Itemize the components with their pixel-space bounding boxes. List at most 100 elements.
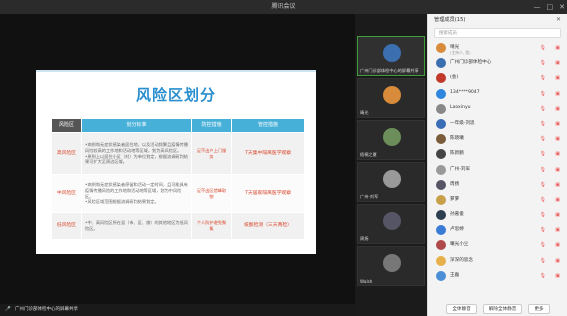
- row-prevention: 足不出区错峰取物: [191, 174, 232, 213]
- mic-muted-icon[interactable]: 🎙: [540, 227, 546, 233]
- header-standard: 划分标准: [81, 118, 192, 133]
- mic-muted-icon[interactable]: 🎙: [540, 273, 546, 279]
- window-controls: — □ ✕: [534, 0, 566, 14]
- mic-muted-icon[interactable]: 🎙: [540, 258, 546, 264]
- video-thumbnail[interactable]: 广州-刘军: [357, 162, 425, 202]
- panel-footer: 全体静音 解除全体静音 更多: [428, 302, 567, 316]
- participant-item[interactable]: 曦光小尘 🎙 ▣: [428, 238, 567, 253]
- presentation-slide: 风险区划分 风险区 划分标准 防控措施 管控措施 高风险区 •病例和无症状感染者…: [36, 70, 316, 254]
- risk-table: 风险区 划分标准 防控措施 管控措施 高风险区 •病例和无症状感染者居住地，以及…: [51, 118, 305, 240]
- header-level: 风险区: [51, 118, 82, 133]
- participant-name: 陈新鹏: [450, 151, 464, 157]
- camera-off-icon[interactable]: ▣: [555, 227, 560, 233]
- video-thumbnail[interactable]: 梧桐之夏: [357, 120, 425, 160]
- participant-item[interactable]: 134****9047 🎙 ▣: [428, 87, 567, 102]
- avatar: [383, 128, 401, 146]
- camera-off-icon[interactable]: ▣: [555, 91, 560, 97]
- mic-muted-icon[interactable]: 🎙: [540, 121, 546, 127]
- camera-off-icon[interactable]: ▣: [555, 167, 560, 173]
- participant-item[interactable]: 卢思婷 🎙 ▣: [428, 223, 567, 238]
- avatar: [436, 164, 446, 175]
- mute-all-button[interactable]: 全体静音: [446, 304, 477, 314]
- mic-muted-icon[interactable]: 🎙: [540, 167, 546, 173]
- participant-name: 王磊: [450, 272, 460, 278]
- row-standard: •中、高风险区所在县（市、区、旗）的其他地区为低风险区。: [81, 212, 192, 240]
- participant-name: 曦光小尘: [450, 242, 469, 248]
- close-icon[interactable]: ✕: [556, 14, 561, 26]
- camera-off-icon[interactable]: ▣: [555, 60, 560, 66]
- avatar: [436, 73, 446, 84]
- table-row: 中风险区 •病例和无症状感染者停留和活动一定时间，且可能具有疫情传播风险的工作地…: [51, 174, 305, 213]
- maximize-icon[interactable]: □: [547, 0, 554, 14]
- member-search-input[interactable]: 搜索成员: [434, 28, 561, 38]
- participant-item[interactable]: 一年级-刘思 🎙 ▣: [428, 117, 567, 132]
- participant-item[interactable]: 陈新鹏 🎙 ▣: [428, 147, 567, 162]
- camera-off-icon[interactable]: ▣: [555, 182, 560, 188]
- mic-muted-icon[interactable]: 🎙: [540, 106, 546, 112]
- camera-off-icon[interactable]: ▣: [555, 242, 560, 248]
- mic-muted-icon[interactable]: 🎙: [540, 91, 546, 97]
- participant-item[interactable]: 晴光 (主持人, 我) 🎙 ▣: [428, 41, 567, 56]
- slide-title: 风险区划分: [135, 86, 216, 104]
- participant-item[interactable]: 王磊 🎙 ▣: [428, 269, 567, 284]
- shared-screen-stage: 风险区划分 风险区 划分标准 防控措施 管控措施 高风险区 •病例和无症状感染者…: [0, 14, 355, 316]
- table-header-row: 风险区 划分标准 防控措施 管控措施: [51, 118, 305, 133]
- header-prevention: 防控措施: [191, 118, 232, 133]
- thumbnail-label: 晴光: [360, 110, 369, 115]
- avatar: [436, 255, 446, 266]
- camera-off-icon[interactable]: ▣: [555, 258, 560, 264]
- camera-off-icon[interactable]: ▣: [555, 151, 560, 157]
- mic-muted-icon[interactable]: 🎙: [540, 75, 546, 81]
- participant-item[interactable]: 广州门诊部体检中心 🎙 ▣: [428, 56, 567, 71]
- camera-off-icon[interactable]: ▣: [555, 75, 560, 81]
- video-thumbnail[interactable]: 广州门诊部体检中心的屏幕共享: [357, 36, 425, 76]
- share-label: 广州门诊部体检中心的屏幕共享: [15, 307, 79, 312]
- mic-muted-icon[interactable]: 🎙: [540, 242, 546, 248]
- participant-name: (会): [450, 75, 459, 81]
- mic-muted-icon[interactable]: 🎙: [540, 60, 546, 66]
- camera-off-icon[interactable]: ▣: [555, 121, 560, 127]
- thumbnail-label: 广州门诊部体检中心的屏幕共享: [360, 68, 419, 73]
- row-standard: •病例和无症状感染者居住地，以及活动频繁且疫情传播风险较高的工作地和活动地等区域…: [81, 132, 192, 175]
- minimize-icon[interactable]: —: [534, 0, 541, 14]
- table-row: 低风险区 •中、高风险区所在县（市、区、旗）的其他地区为低风险区。 个人防护避免…: [51, 212, 305, 240]
- mic-muted-icon[interactable]: 🎙: [540, 151, 546, 157]
- mic-muted-icon[interactable]: 🎙: [540, 136, 546, 142]
- camera-off-icon[interactable]: ▣: [555, 106, 560, 112]
- row-control: 核酸检测（三天两检）: [231, 212, 305, 240]
- camera-off-icon[interactable]: ▣: [555, 197, 560, 203]
- participant-list: 晴光 (主持人, 我) 🎙 ▣ 广州门诊部体检中心 🎙 ▣ (会) 🎙 ▣ 134****9047 🎙…: [428, 41, 567, 284]
- participant-item[interactable]: 陈晓曦 🎙 ▣: [428, 132, 567, 147]
- panel-header: 管理成员(15) ✕: [428, 14, 567, 26]
- participant-name: Laoxinyu: [450, 104, 471, 110]
- participant-item[interactable]: 周扬 🎙 ▣: [428, 178, 567, 193]
- mic-muted-icon[interactable]: 🎙: [540, 197, 546, 203]
- camera-off-icon[interactable]: ▣: [555, 212, 560, 218]
- participant-name: 孙嘉俊: [450, 212, 464, 218]
- participant-name: 萝萝: [450, 196, 460, 202]
- stage-status-bar: 🎤 广州门诊部体检中心的屏幕共享: [0, 304, 355, 316]
- camera-off-icon[interactable]: ▣: [555, 45, 560, 51]
- participant-item[interactable]: Laoxinyu 🎙 ▣: [428, 102, 567, 117]
- row-level: 高风险区: [51, 132, 82, 175]
- video-thumbnail[interactable]: 周扬: [357, 204, 425, 244]
- camera-off-icon[interactable]: ▣: [555, 273, 560, 279]
- more-button[interactable]: 更多: [528, 304, 550, 314]
- mic-muted-icon[interactable]: 🎙: [540, 212, 546, 218]
- participant-name: 一年级-刘思: [450, 120, 475, 126]
- video-thumbnail[interactable]: Walsh: [357, 246, 425, 286]
- avatar: [436, 88, 446, 99]
- camera-off-icon[interactable]: ▣: [555, 136, 560, 142]
- participant-item[interactable]: 孙嘉俊 🎙 ▣: [428, 208, 567, 223]
- video-thumbnail[interactable]: 晴光: [357, 78, 425, 118]
- participant-item[interactable]: 萝萝 🎙 ▣: [428, 193, 567, 208]
- close-icon[interactable]: ✕: [559, 0, 565, 14]
- avatar: [383, 170, 401, 188]
- row-level: 中风险区: [51, 174, 82, 213]
- participant-item[interactable]: (会) 🎙 ▣: [428, 71, 567, 86]
- participant-item[interactable]: 广州-刘军 🎙 ▣: [428, 163, 567, 178]
- mic-muted-icon[interactable]: 🎙: [540, 182, 546, 188]
- participant-item[interactable]: 深深的思念 🎙 ▣: [428, 254, 567, 269]
- mic-muted-icon[interactable]: 🎙: [540, 45, 546, 51]
- unmute-all-button[interactable]: 解除全体静音: [482, 304, 523, 314]
